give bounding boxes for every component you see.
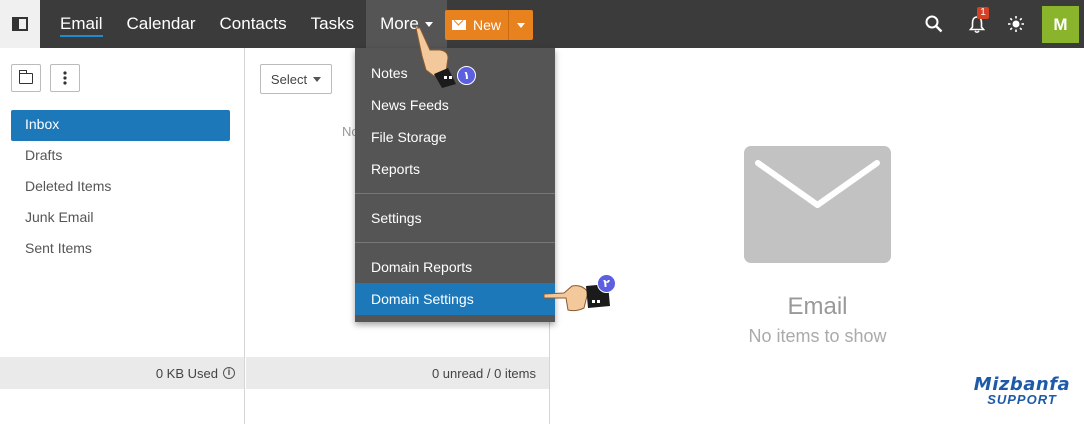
- folder-options-button[interactable]: [50, 64, 80, 92]
- folder-icon: [18, 69, 33, 84]
- step-badge: ٢: [597, 274, 616, 293]
- new-folder-button[interactable]: [11, 64, 41, 92]
- theme-toggle-button[interactable]: [1002, 10, 1030, 38]
- sidebar-toggle-button[interactable]: [0, 0, 40, 48]
- nav-calendar[interactable]: Calendar: [115, 0, 208, 48]
- chevron-down-icon: [517, 22, 525, 28]
- search-button[interactable]: [920, 10, 948, 38]
- folder-list: Inbox Drafts Deleted Items Junk Email Se…: [11, 110, 230, 265]
- menu-item-settings[interactable]: Settings: [355, 202, 555, 234]
- select-dropdown[interactable]: Select: [260, 64, 332, 94]
- more-menu: Notes News Feeds File Storage Reports Se…: [355, 48, 555, 322]
- storage-usage: 0 KB Used i: [0, 357, 244, 389]
- sun-icon: [1008, 16, 1024, 32]
- menu-item-file-storage[interactable]: File Storage: [355, 121, 555, 153]
- folder-pane: Inbox Drafts Deleted Items Junk Email Se…: [0, 48, 245, 424]
- nav-contacts[interactable]: Contacts: [208, 0, 299, 48]
- empty-state-title: Email: [787, 293, 848, 320]
- select-dropdown-label: Select: [270, 71, 308, 87]
- avatar[interactable]: M: [1042, 6, 1079, 43]
- new-dropdown-button[interactable]: [509, 10, 533, 40]
- folder-sent-items[interactable]: Sent Items: [11, 234, 230, 265]
- main-nav: Email Calendar Contacts Tasks More: [48, 0, 447, 48]
- envelope-icon: [744, 146, 891, 263]
- panel-toggle-icon: [12, 17, 28, 31]
- info-icon[interactable]: i: [223, 367, 235, 379]
- chevron-down-icon: [313, 76, 322, 82]
- folder-drafts[interactable]: Drafts: [11, 141, 230, 172]
- nav-email[interactable]: Email: [48, 0, 115, 48]
- folder-junk-email[interactable]: Junk Email: [11, 203, 230, 234]
- step-badge: ١: [457, 66, 476, 85]
- folder-deleted-items[interactable]: Deleted Items: [11, 172, 230, 203]
- menu-item-domain-settings[interactable]: Domain Settings: [355, 283, 555, 315]
- empty-state-subtitle: No items to show: [748, 326, 887, 346]
- search-icon: [925, 15, 943, 33]
- nav-email-label: Email: [60, 14, 103, 37]
- reading-pane: Email No items to show: [551, 48, 1084, 424]
- new-button-label: New: [472, 17, 501, 33]
- top-bar: Email Calendar Contacts Tasks More New 1…: [0, 0, 1084, 48]
- nav-tasks[interactable]: Tasks: [299, 0, 366, 48]
- brand-watermark: Mizbanfa SUPPORT: [972, 374, 1072, 407]
- more-vertical-icon: [63, 71, 67, 85]
- menu-item-domain-reports[interactable]: Domain Reports: [355, 251, 555, 283]
- menu-divider: [355, 242, 555, 243]
- menu-item-reports[interactable]: Reports: [355, 153, 555, 185]
- menu-item-news-feeds[interactable]: News Feeds: [355, 89, 555, 121]
- menu-divider: [355, 193, 555, 194]
- notification-badge: 1: [977, 7, 989, 19]
- folder-inbox[interactable]: Inbox: [11, 110, 230, 141]
- storage-usage-text: 0 KB Used: [155, 365, 218, 381]
- list-status: 0 unread / 0 items: [246, 357, 549, 389]
